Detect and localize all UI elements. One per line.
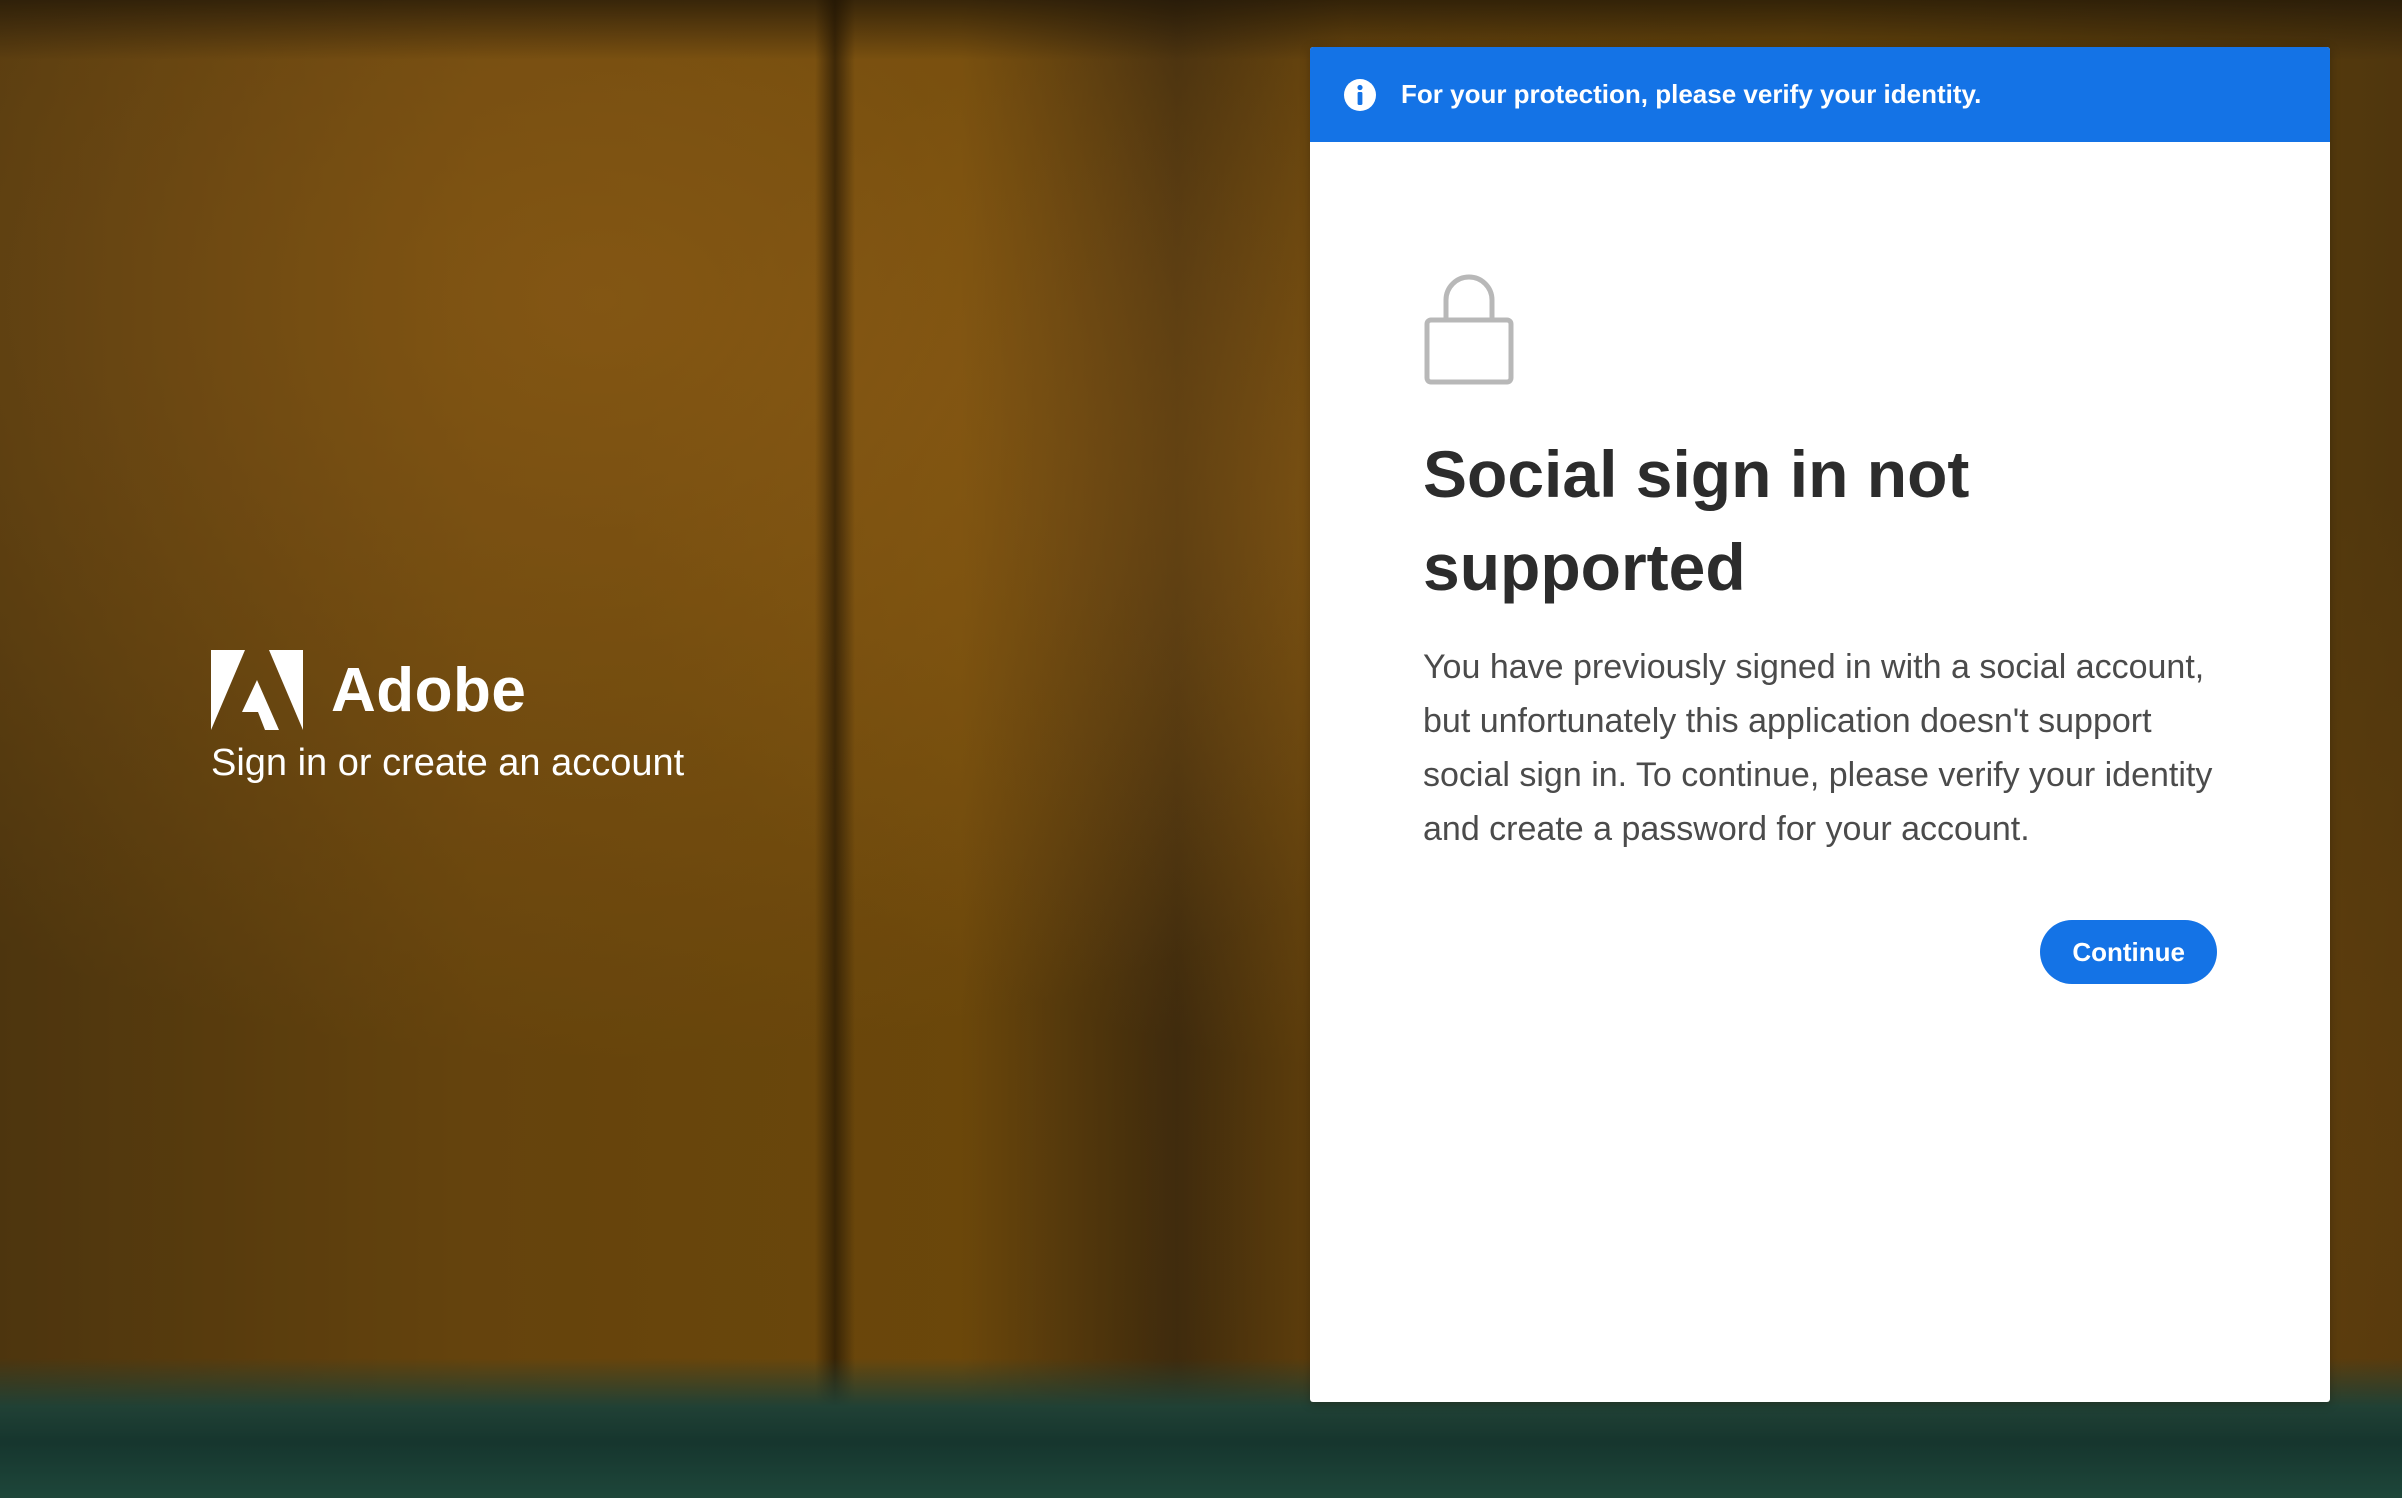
verification-card: For your protection, please verify your … [1310,47,2330,1402]
lock-icon [1424,274,1514,385]
sign-in-page: Adobe Sign in or create an account For y… [0,0,2402,1498]
card-body: Social sign in not supported You have pr… [1310,270,2330,984]
brand-tagline: Sign in or create an account [211,742,685,784]
branding: Adobe Sign in or create an account [211,650,684,785]
card-actions: Continue [1423,920,2217,984]
protection-banner: For your protection, please verify your … [1310,47,2330,142]
brand-row: Adobe [211,650,684,730]
brand-name: Adobe [331,655,527,725]
info-icon [1344,78,1376,111]
banner-text: For your protection, please verify your … [1401,79,1982,109]
continue-button[interactable]: Continue [2040,920,2217,984]
page-title: Social sign in not supported [1423,437,1970,604]
description-text: You have previously signed in with a soc… [1423,648,2213,848]
adobe-logo-icon [211,650,303,730]
